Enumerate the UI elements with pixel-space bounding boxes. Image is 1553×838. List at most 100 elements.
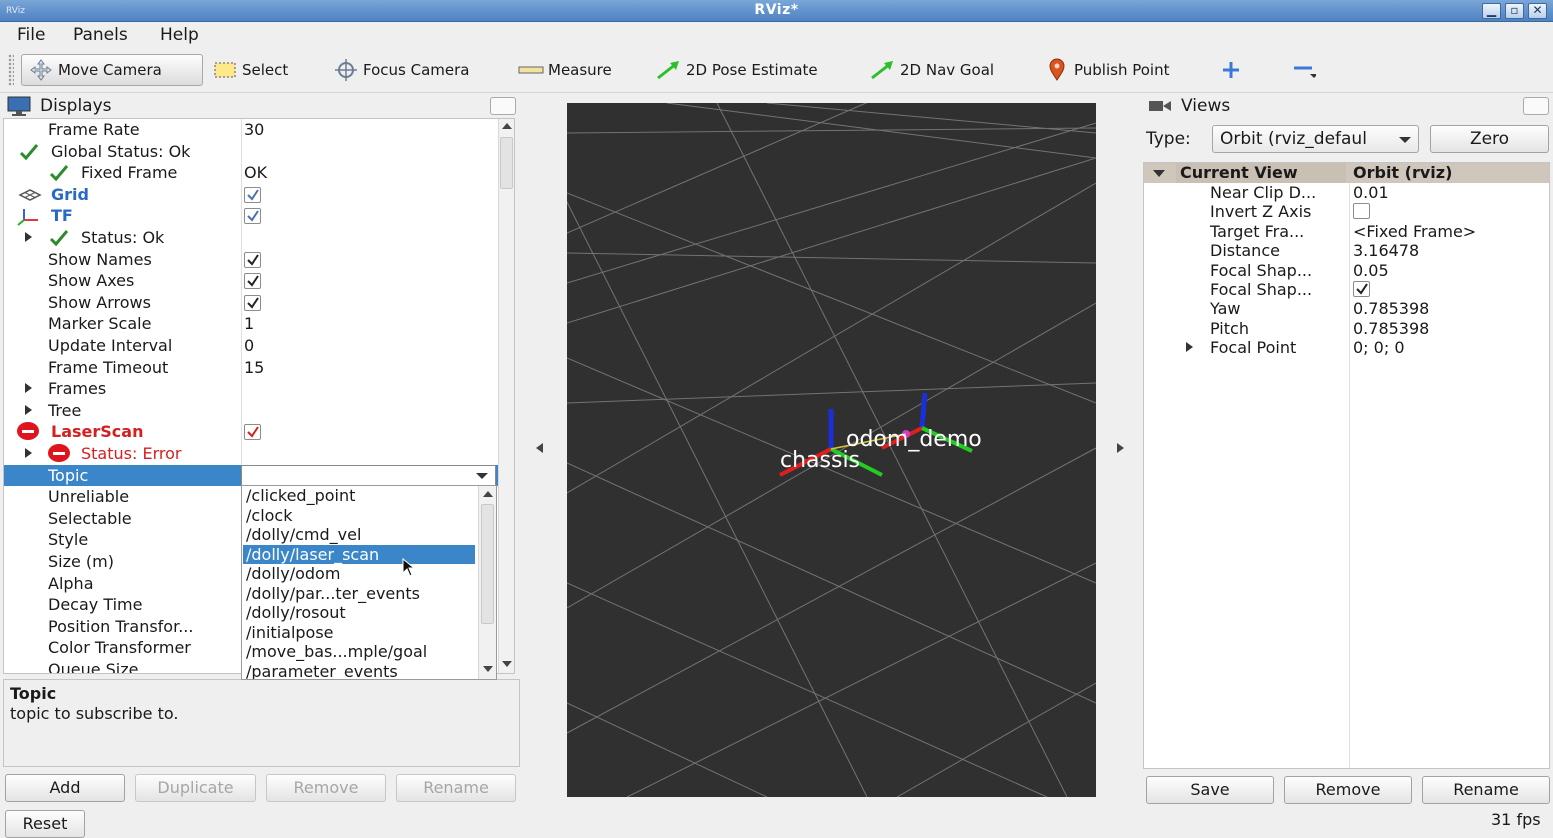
topic-combobox[interactable] — [241, 464, 496, 486]
view-row-focal-point[interactable]: Focal Point 0; 0; 0 — [1144, 338, 1549, 357]
topic-list-scrollbar[interactable] — [478, 486, 496, 679]
tree-row-global-status[interactable]: Global Status: Ok — [4, 141, 498, 163]
invert-z-checkbox[interactable] — [1353, 202, 1370, 222]
view-row-focal-shape-size[interactable]: Focal Shap... 0.05 — [1144, 261, 1549, 280]
topic-option[interactable]: /parameter_events — [243, 662, 475, 680]
topic-dropdown-list[interactable]: /clicked_point /clock /dolly/cmd_vel /do… — [241, 485, 497, 680]
displays-undock-button[interactable] — [490, 97, 516, 115]
scroll-up-arrow-icon[interactable] — [502, 123, 512, 129]
menu-help[interactable]: Help — [160, 25, 199, 45]
topic-option-selected[interactable]: /dolly/laser_scan — [243, 544, 475, 564]
tool-2d-nav-goal[interactable]: 2D Nav Goal — [864, 54, 1000, 86]
tool-label: 2D Pose Estimate — [686, 61, 818, 79]
property-name: Unreliable — [48, 487, 130, 507]
tool-focus-camera[interactable]: Focus Camera — [327, 54, 475, 86]
view-type-combobox[interactable]: Orbit (rviz_defaul — [1212, 125, 1419, 153]
topic-option[interactable]: /dolly/odom — [243, 564, 475, 584]
scroll-thumb[interactable] — [481, 504, 494, 624]
tree-row-frames[interactable]: Frames — [4, 378, 498, 400]
views-tree[interactable]: Current View Orbit (rviz) Near Clip D...… — [1143, 162, 1550, 769]
render-viewport[interactable]: odom_demo chassis — [567, 103, 1096, 797]
remove-tool-button[interactable] — [1284, 54, 1326, 86]
scroll-up-arrow-icon[interactable] — [483, 491, 493, 497]
add-display-button[interactable]: Add — [5, 774, 125, 802]
tool-select[interactable]: Select — [206, 54, 294, 86]
view-row-near-clip[interactable]: Near Clip D... 0.01 — [1144, 183, 1549, 202]
tree-row-marker-scale[interactable]: Marker Scale 1 — [4, 313, 498, 335]
property-name: Alpha — [48, 573, 94, 593]
scroll-down-arrow-icon[interactable] — [483, 666, 493, 672]
grid-enabled-checkbox[interactable] — [244, 185, 261, 205]
topic-option[interactable]: /dolly/cmd_vel — [243, 525, 475, 545]
tree-row-show-axes[interactable]: Show Axes — [4, 270, 498, 292]
scroll-thumb[interactable] — [500, 137, 513, 189]
view-row-focal-shape-fixed[interactable]: Focal Shap... — [1144, 280, 1549, 299]
minimize-button[interactable]: ▁ — [1482, 3, 1501, 19]
collapse-arrow-icon[interactable] — [1153, 170, 1165, 177]
laserscan-enabled-checkbox[interactable] — [244, 422, 261, 442]
tool-move-camera[interactable]: Move Camera — [21, 54, 203, 86]
topic-option[interactable]: /clock — [243, 506, 475, 526]
save-view-button[interactable]: Save — [1146, 776, 1274, 804]
scroll-down-arrow-icon[interactable] — [502, 661, 512, 667]
rename-display-button[interactable]: Rename — [396, 774, 516, 802]
expand-arrow-icon[interactable] — [25, 383, 32, 394]
show-names-checkbox[interactable] — [244, 250, 261, 270]
tree-row-tf-status[interactable]: Status: Ok — [4, 227, 498, 249]
tree-row-show-arrows[interactable]: Show Arrows — [4, 292, 498, 314]
add-tool-button[interactable] — [1212, 54, 1254, 86]
show-arrows-checkbox[interactable] — [244, 293, 261, 313]
tree-row-update-interval[interactable]: Update Interval 0 — [4, 335, 498, 357]
close-button[interactable]: ✕ — [1528, 3, 1547, 19]
tool-publish-point[interactable]: Publish Point — [1038, 54, 1175, 86]
tree-row-tf[interactable]: TF — [4, 205, 498, 227]
views-undock-button[interactable] — [1523, 97, 1549, 115]
maximize-button[interactable]: ▫ — [1505, 3, 1524, 19]
views-panel-header: Views — [1147, 94, 1547, 118]
view-row-invert-z-axis[interactable]: Invert Z Axis — [1144, 202, 1549, 221]
tool-label: Select — [242, 61, 289, 79]
tree-row-show-names[interactable]: Show Names — [4, 249, 498, 271]
tree-row-laserscan-status[interactable]: Status: Error — [4, 443, 498, 465]
topic-option[interactable]: /initialpose — [243, 623, 475, 643]
view-row-yaw[interactable]: Yaw 0.785398 — [1144, 299, 1549, 318]
toolbar-grip[interactable] — [8, 54, 14, 86]
expand-arrow-icon[interactable] — [25, 404, 32, 415]
remove-view-button[interactable]: Remove — [1284, 776, 1412, 804]
topic-option[interactable]: /dolly/rosout — [243, 603, 475, 623]
tree-row-grid[interactable]: Grid — [4, 184, 498, 206]
topic-option[interactable]: /move_bas...mple/goal — [243, 642, 475, 662]
remove-display-button[interactable]: Remove — [266, 774, 386, 802]
reset-button[interactable]: Reset — [5, 810, 85, 838]
collapse-left-arrow-icon[interactable] — [536, 443, 543, 453]
collapse-right-arrow-icon[interactable] — [1117, 443, 1124, 453]
tf-enabled-checkbox[interactable] — [244, 206, 261, 226]
tree-row-frame-timeout[interactable]: Frame Timeout 15 — [4, 357, 498, 379]
displays-scrollbar[interactable] — [498, 119, 514, 673]
expand-arrow-icon[interactable] — [25, 448, 32, 458]
expand-arrow-icon[interactable] — [1186, 342, 1193, 353]
show-axes-checkbox[interactable] — [244, 271, 261, 291]
topic-option[interactable]: /clicked_point — [243, 486, 475, 506]
menu-file[interactable]: File — [17, 25, 45, 45]
current-view-row[interactable]: Current View Orbit (rviz) — [1144, 163, 1549, 183]
focal-shape-fixed-checkbox[interactable] — [1353, 280, 1370, 300]
tree-row-fixed-frame[interactable]: Fixed Frame OK — [4, 162, 498, 184]
menu-panels[interactable]: Panels — [73, 25, 128, 45]
expand-arrow-icon[interactable] — [25, 232, 32, 242]
move-camera-icon — [28, 59, 54, 81]
topic-option[interactable]: /dolly/par...ter_events — [243, 584, 475, 604]
view-row-target-frame[interactable]: Target Fra... <Fixed Frame> — [1144, 222, 1549, 241]
rename-view-button[interactable]: Rename — [1422, 776, 1550, 804]
tool-2d-pose-estimate[interactable]: 2D Pose Estimate — [650, 54, 824, 86]
view-row-distance[interactable]: Distance 3.16478 — [1144, 241, 1549, 260]
tree-row-laserscan[interactable]: LaserScan — [4, 421, 498, 443]
tree-row-frame-rate[interactable]: Frame Rate 30 — [4, 119, 498, 141]
tree-row-tree[interactable]: Tree — [4, 400, 498, 422]
tool-measure[interactable]: Measure — [512, 54, 618, 86]
zero-button[interactable]: Zero — [1430, 125, 1549, 153]
tree-row-topic[interactable]: Topic — [4, 464, 498, 487]
view-row-pitch[interactable]: Pitch 0.785398 — [1144, 319, 1549, 338]
duplicate-display-button[interactable]: Duplicate — [135, 774, 256, 802]
property-value: 0.05 — [1353, 260, 1389, 280]
